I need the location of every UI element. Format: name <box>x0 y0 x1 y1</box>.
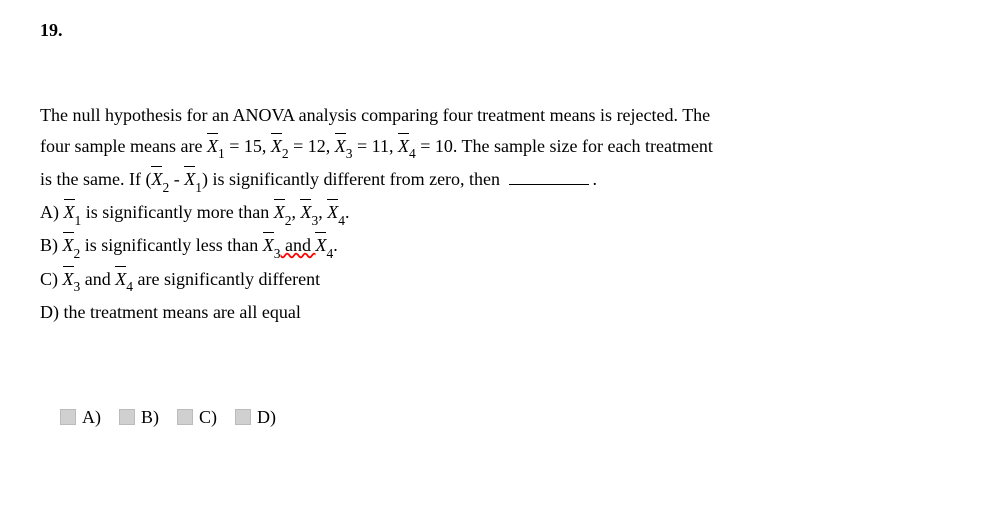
xbar-3: X <box>335 132 346 161</box>
optA-xbar-2: X <box>274 198 285 227</box>
xbar-diff-1: X <box>184 165 195 194</box>
answer-c[interactable]: C) <box>177 407 217 428</box>
xbar-4: X <box>398 132 409 161</box>
checkbox-a[interactable] <box>60 409 76 425</box>
optC-xbar-4: X <box>115 265 126 294</box>
question-line-3: is the same. If (X2 - X1) is significant… <box>40 165 960 196</box>
optA-xbar-4: X <box>327 198 338 227</box>
answer-row: A) B) C) D) <box>40 407 960 428</box>
question-line-1: The null hypothesis for an ANOVA analysi… <box>40 101 960 130</box>
answer-label-b: B) <box>141 407 159 428</box>
xbar-1: X <box>207 132 218 161</box>
optB-xbar-3: X <box>263 231 274 260</box>
option-c: C) X3 and X4 are significantly different <box>40 265 960 296</box>
optB-and-wavy: and <box>280 235 315 255</box>
checkbox-c[interactable] <box>177 409 193 425</box>
option-a: A) X1 is significantly more than X2, X3,… <box>40 198 960 229</box>
checkbox-b[interactable] <box>119 409 135 425</box>
xbar-2: X <box>271 132 282 161</box>
answer-a[interactable]: A) <box>60 407 101 428</box>
optA-xbar-3: X <box>300 198 311 227</box>
optB-xbar-2: X <box>63 231 74 260</box>
optC-xbar-3: X <box>63 265 74 294</box>
optA-xbar-1: X <box>64 198 75 227</box>
answer-label-a: A) <box>82 407 101 428</box>
xbar-diff-2: X <box>151 165 162 194</box>
question-body: The null hypothesis for an ANOVA analysi… <box>40 101 960 327</box>
question-line-2: four sample means are X1 = 15, X2 = 12, … <box>40 132 960 163</box>
answer-d[interactable]: D) <box>235 407 276 428</box>
answer-label-d: D) <box>257 407 276 428</box>
optB-xbar-4: X <box>315 231 326 260</box>
blank-line <box>509 184 589 185</box>
answer-b[interactable]: B) <box>119 407 159 428</box>
checkbox-d[interactable] <box>235 409 251 425</box>
option-d: D) the treatment means are all equal <box>40 298 960 327</box>
answer-label-c: C) <box>199 407 217 428</box>
question-number: 19. <box>40 20 960 41</box>
option-b: B) X2 is significantly less than X3 and … <box>40 231 960 262</box>
